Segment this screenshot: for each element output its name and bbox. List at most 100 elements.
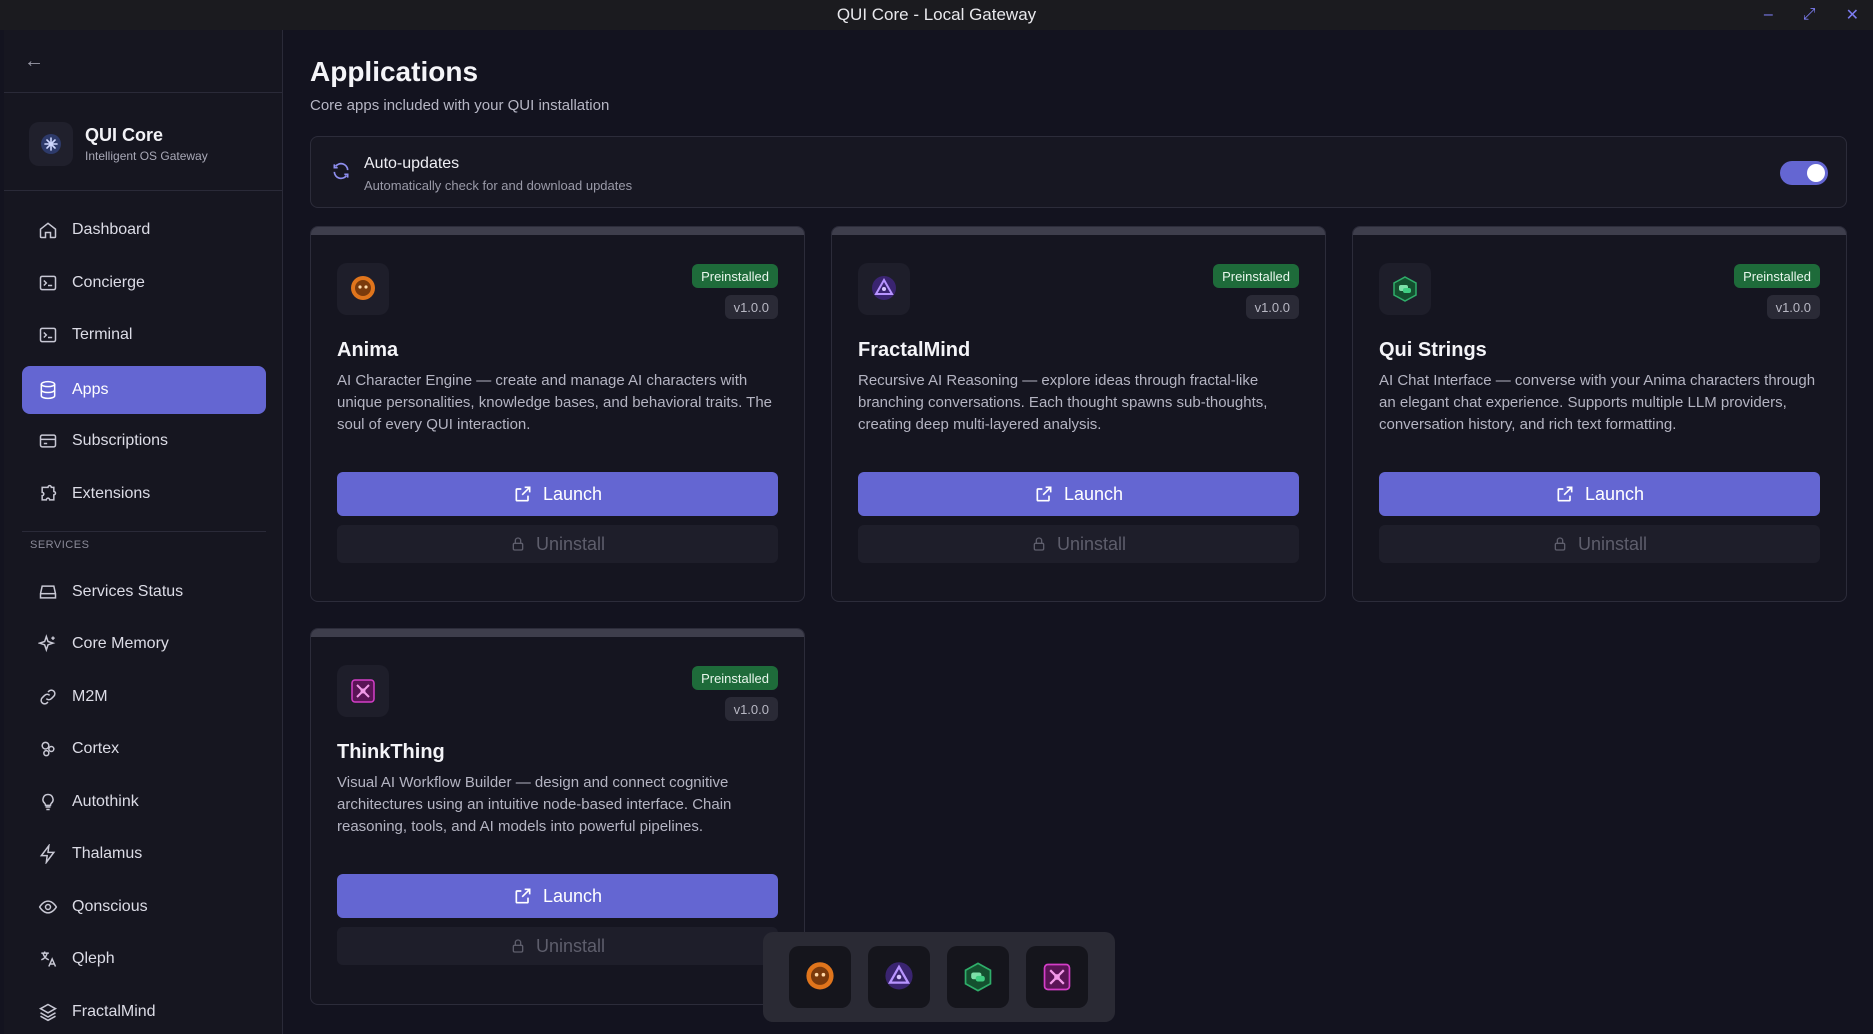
preinstalled-badge: Preinstalled (692, 264, 778, 288)
card-accent-bar (311, 227, 804, 235)
thinkthing-icon (1043, 963, 1071, 991)
sidebar-item-label: Dashboard (72, 221, 151, 238)
sidebar-item-fractalmind[interactable]: FractalMind (22, 988, 266, 1034)
app-card-qui-strings: Preinstalled v1.0.0 Qui Strings AI Chat … (1352, 226, 1847, 602)
app-name: FractalMind (858, 339, 971, 361)
terminal-box-icon (39, 275, 57, 291)
card-icon (39, 434, 57, 448)
maximize-icon[interactable]: ⤢ (1803, 6, 1816, 24)
layers-icon (38, 1003, 58, 1022)
launch-label: Launch (542, 885, 603, 906)
eye-icon (38, 900, 58, 914)
terminal-box-icon (39, 327, 57, 343)
autoupdate-toggle[interactable] (1780, 161, 1828, 185)
refresh-icon (333, 162, 349, 180)
uninstall-label: Uninstall (535, 533, 606, 554)
lock-icon (1033, 537, 1045, 551)
dock-item-anima[interactable] (789, 946, 851, 1008)
app-name: Qui Strings (1379, 339, 1487, 361)
external-link-icon (1036, 486, 1052, 502)
uninstall-label: Uninstall (1577, 533, 1648, 554)
nodes-icon (41, 741, 55, 757)
external-link-icon (515, 888, 531, 904)
uninstall-button[interactable]: Uninstall (858, 525, 1299, 563)
sidebar-item-label: Cortex (72, 740, 120, 757)
sidebar-item-label: Autothink (72, 793, 139, 810)
external-link-icon (1557, 486, 1573, 502)
puzzle-icon (41, 484, 57, 501)
version-badge: v1.0.0 (724, 295, 778, 319)
sidebar: ← QUI Core Intelligent OS Gateway Dashbo… (4, 30, 283, 1034)
dock-item-thinkthing[interactable] (1026, 946, 1088, 1008)
bolt-icon (39, 844, 56, 864)
sidebar-item-label: Extensions (72, 485, 151, 502)
launch-label: Launch (542, 483, 603, 504)
launch-button[interactable]: Launch (337, 472, 778, 516)
preinstalled-badge: Preinstalled (692, 666, 778, 690)
app-name: Anima (337, 339, 399, 361)
sidebar-item-concierge[interactable]: Concierge (22, 259, 266, 307)
app-card-fractalmind: Preinstalled v1.0.0 FractalMind Recursiv… (831, 226, 1326, 602)
lock-icon (512, 939, 524, 953)
sidebar-divider (22, 531, 266, 532)
minimize-icon[interactable]: – (1764, 6, 1773, 24)
version-badge: v1.0.0 (724, 697, 778, 721)
launch-button[interactable]: Launch (337, 874, 778, 918)
autoupdate-panel: Auto-updates Automatically check for and… (310, 136, 1847, 208)
brand: QUI Core Intelligent OS Gateway (29, 122, 208, 166)
uninstall-button[interactable]: Uninstall (1379, 525, 1820, 563)
home-icon (39, 222, 57, 239)
app-description: AI Character Engine — create and manage … (337, 372, 772, 433)
fractalmind-icon (885, 962, 913, 990)
anima-icon (806, 962, 834, 990)
sidebar-item-apps[interactable]: Apps (22, 366, 266, 414)
database-icon (40, 380, 56, 400)
uninstall-button[interactable]: Uninstall (337, 927, 778, 965)
sidebar-item-dashboard[interactable]: Dashboard (22, 206, 266, 254)
sparkles-icon (38, 634, 56, 653)
sidebar-item-qonscious[interactable]: Qonscious (22, 883, 266, 931)
window-titlebar: QUI Core - Local Gateway – ⤢ ✕ (0, 0, 1873, 30)
sidebar-divider (4, 190, 283, 191)
window-title: QUI Core - Local Gateway (836, 5, 1037, 24)
sidebar-item-m2m[interactable]: M2M (22, 673, 266, 721)
sidebar-divider (4, 92, 283, 93)
sidebar-item-qleph[interactable]: Qleph (22, 935, 266, 983)
autoupdate-description: Automatically check for and download upd… (364, 178, 633, 193)
app-description: AI Chat Interface — converse with your A… (1379, 372, 1816, 433)
uninstall-label: Uninstall (1056, 533, 1127, 554)
sidebar-item-subscriptions[interactable]: Subscriptions (22, 417, 266, 465)
sidebar-item-core-memory[interactable]: Core Memory (22, 620, 266, 668)
launch-button[interactable]: Launch (1379, 472, 1820, 516)
services-section-label: SERVICES (30, 539, 90, 551)
sidebar-item-extensions[interactable]: Extensions (22, 470, 266, 518)
sidebar-item-services-status[interactable]: Services Status (22, 568, 266, 616)
sidebar-item-cortex[interactable]: Cortex (22, 725, 266, 773)
dock-item-qui-strings[interactable] (947, 946, 1009, 1008)
sidebar-item-label: M2M (72, 688, 108, 705)
app-description: Visual AI Workflow Builder — design and … (337, 774, 732, 835)
sidebar-item-label: Concierge (72, 274, 145, 291)
sidebar-item-label: Core Memory (72, 635, 169, 652)
sidebar-item-autothink[interactable]: Autothink (22, 778, 266, 826)
drive-icon (39, 585, 57, 599)
back-arrow-icon[interactable]: ← (24, 50, 44, 73)
sidebar-item-label: Thalamus (72, 845, 143, 862)
sidebar-item-label: Services Status (72, 583, 184, 600)
version-badge: v1.0.0 (1245, 295, 1299, 319)
anima-icon (337, 263, 389, 315)
page-title: Applications (310, 56, 479, 87)
dock-item-fractalmind[interactable] (868, 946, 930, 1008)
sidebar-item-thalamus[interactable]: Thalamus (22, 830, 266, 878)
launch-label: Launch (1063, 483, 1124, 504)
preinstalled-badge: Preinstalled (1734, 264, 1820, 288)
uninstall-label: Uninstall (535, 935, 606, 956)
close-icon[interactable]: ✕ (1846, 5, 1859, 25)
page-subtitle: Core apps included with your QUI install… (310, 97, 610, 114)
card-accent-bar (1353, 227, 1846, 235)
uninstall-button[interactable]: Uninstall (337, 525, 778, 563)
launch-button[interactable]: Launch (858, 472, 1299, 516)
lock-icon (1554, 537, 1566, 551)
sidebar-item-terminal[interactable]: Terminal (22, 311, 266, 359)
fractalmind-icon (858, 263, 910, 315)
